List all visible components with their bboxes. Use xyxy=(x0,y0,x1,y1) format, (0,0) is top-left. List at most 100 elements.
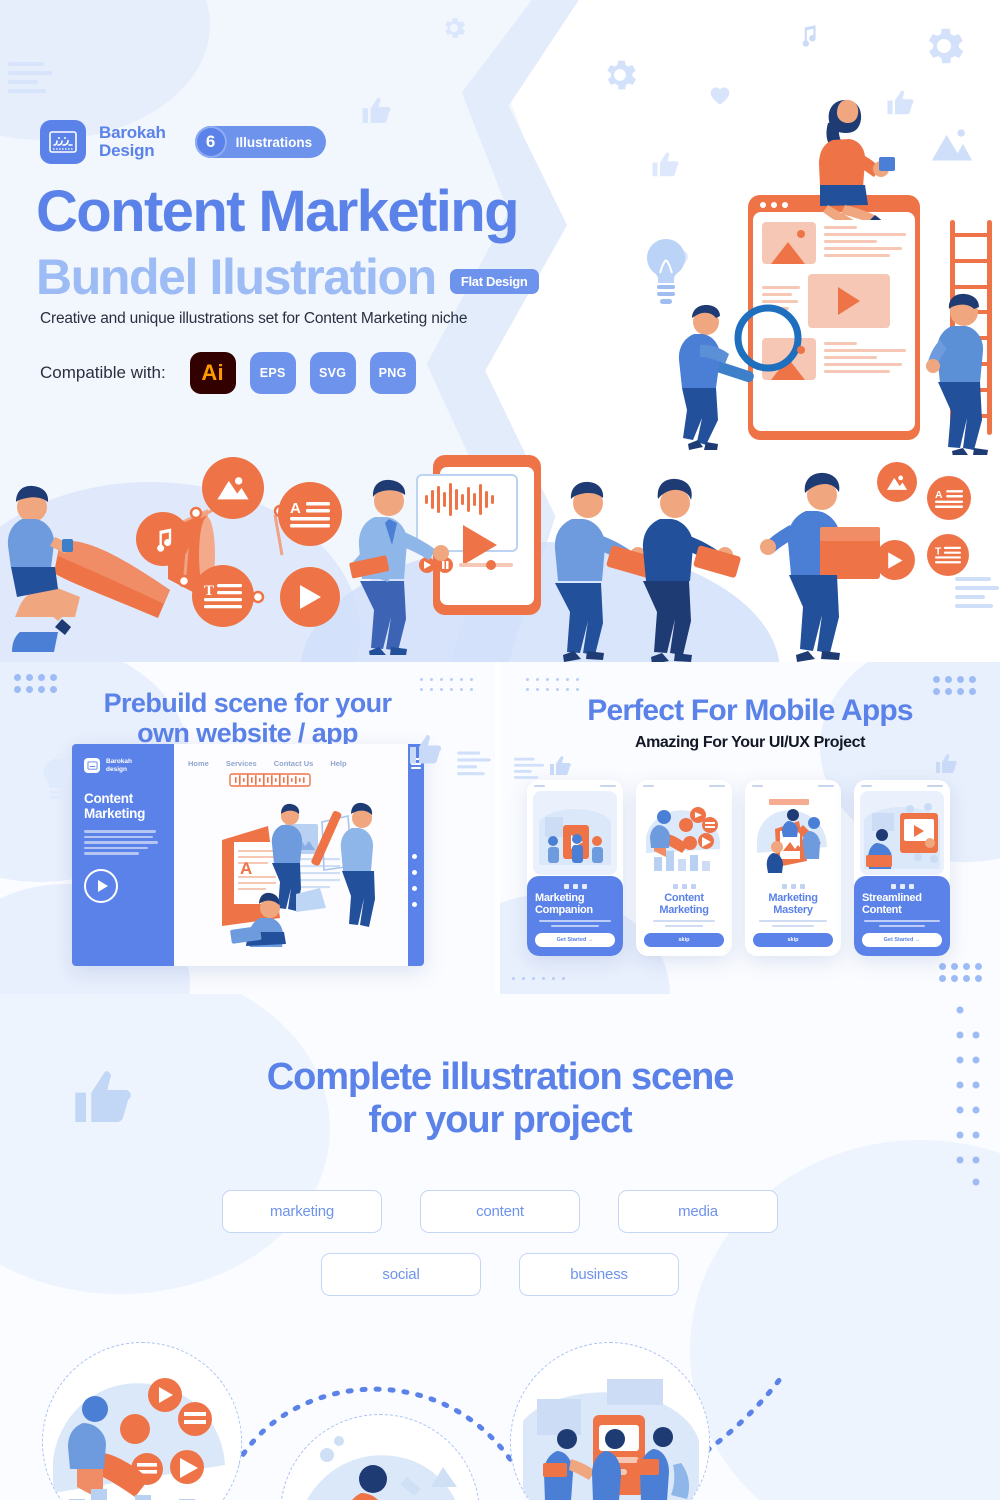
video-play-card xyxy=(808,274,890,328)
article-icon-circle: A xyxy=(278,482,342,546)
content-thumbnail xyxy=(762,222,816,264)
phone-card-description xyxy=(644,920,724,927)
text-lines-icon xyxy=(514,756,544,780)
svg-text:A: A xyxy=(935,488,943,500)
prebuild-scene-panel: Prebuild scene for your own website / ap… xyxy=(0,662,495,994)
format-badge-eps: EPS xyxy=(249,352,296,394)
lightbulb-icon xyxy=(40,757,74,801)
tag-media[interactable]: media xyxy=(618,1190,778,1233)
tag-list: marketing content media social business xyxy=(0,1190,1000,1296)
person-standing-illustration xyxy=(926,293,988,455)
website-content-area: Home Services Contact Us Help A xyxy=(174,744,408,966)
gear-icon xyxy=(440,14,468,42)
dashed-connector xyxy=(227,1376,783,1489)
dot-grid-decoration-small xyxy=(512,977,565,980)
phone-card-title-line2: Companion xyxy=(535,904,593,917)
brand-row: Barokah Design 6 Illustrations xyxy=(40,120,327,164)
dot-grid-decoration xyxy=(933,676,976,695)
phone-card-panel: Marketing Companion Get Started → xyxy=(527,876,623,956)
thumbs-up-icon xyxy=(934,752,958,776)
hero-illustration-strip: A T A T xyxy=(0,437,1000,662)
text-lines-icon xyxy=(457,750,491,776)
mobile-apps-panel: Perfect For Mobile Apps Amazing For Your… xyxy=(500,662,1000,994)
bottom-title-line1: Complete illustration scene xyxy=(266,1056,735,1098)
page-title: Content Marketing xyxy=(36,179,520,244)
bottom-title-line2: for your project xyxy=(368,1099,632,1142)
play-icon-circle xyxy=(875,540,915,580)
illustrations-count-badge: 6 Illustrations xyxy=(194,126,327,158)
tagline: Creative and unique illustrations set fo… xyxy=(40,310,468,327)
phone-pager-dots xyxy=(535,884,615,890)
device-window-dots xyxy=(760,202,788,208)
nav-item-contact-us[interactable]: Contact Us xyxy=(274,759,314,768)
phone-status-bar xyxy=(854,780,950,787)
tag-social[interactable]: social xyxy=(321,1253,481,1296)
phone-card-title-line2: Mastery xyxy=(773,904,813,917)
phone-card-description xyxy=(753,920,833,927)
phone-card[interactable]: Marketing Companion Get Started → xyxy=(527,780,623,956)
illustrations-count-number: 6 xyxy=(194,126,227,158)
svg-text:T: T xyxy=(204,583,214,599)
music-note-icon xyxy=(795,20,821,50)
phone-card-description xyxy=(862,920,942,927)
thumbs-up-icon xyxy=(360,95,392,127)
middle-band: Prebuild scene for your own website / ap… xyxy=(0,662,1000,994)
presenter-person-illustration xyxy=(349,479,449,655)
phone-pager-dots xyxy=(644,884,724,890)
article-icon-circle: A xyxy=(927,476,971,520)
text-icon-circle: T xyxy=(192,565,254,627)
brand-name-line1: Barokah xyxy=(99,122,166,142)
phone-card-description xyxy=(535,920,615,927)
illustrations-count-label: Illustrations xyxy=(235,134,313,150)
page-subtitle: Bundel Ilustration xyxy=(36,249,437,305)
phone-card[interactable]: Streamlined Content Get Started → xyxy=(854,780,950,956)
format-badge-png: PNG xyxy=(369,352,416,394)
website-illustration: A xyxy=(222,773,375,947)
website-rail-dots xyxy=(412,854,417,918)
nav-item-services[interactable]: Services xyxy=(226,759,257,768)
website-play-button[interactable] xyxy=(84,868,118,903)
website-sidebar: Barokah design Content Marketing xyxy=(72,744,174,966)
image-icon-circle xyxy=(877,462,917,502)
nav-item-help[interactable]: Help xyxy=(330,759,346,768)
person-sitting-illustration xyxy=(819,99,895,220)
text-icon-circle: T xyxy=(927,534,969,576)
website-logo-icon xyxy=(84,758,100,773)
dot-grid-decoration-small xyxy=(526,678,579,691)
phone-card-button[interactable]: skip xyxy=(644,933,724,947)
phone-illustration-1 xyxy=(533,791,617,875)
tag-content[interactable]: content xyxy=(420,1190,580,1233)
phone-card[interactable]: Content Marketing skip xyxy=(636,780,732,956)
text-lines-icon xyxy=(8,60,52,94)
image-icon-circle xyxy=(202,457,264,519)
mobile-heading: Perfect For Mobile Apps xyxy=(587,694,913,727)
scene-thumbnail[interactable] xyxy=(280,1414,480,1500)
tag-business[interactable]: business xyxy=(519,1253,679,1296)
website-brand-line1: Barokah xyxy=(106,758,133,766)
thumbs-up-icon xyxy=(407,732,443,768)
phone-card[interactable]: Marketing Mastery skip xyxy=(745,780,841,956)
barokah-arabic-logo-icon xyxy=(40,120,86,164)
scene-thumbnail[interactable] xyxy=(42,1342,242,1500)
website-body-text xyxy=(84,830,162,855)
bottom-title: Complete illustration scene for your pro… xyxy=(0,1056,1000,1143)
subtitle-row: Bundel Ilustration Flat Design xyxy=(36,248,539,306)
website-mockup: Barokah design Content Marketing Home Se… xyxy=(72,744,424,966)
website-nav: Home Services Contact Us Help xyxy=(174,744,408,768)
phone-pager-dots xyxy=(753,884,833,890)
tag-marketing[interactable]: marketing xyxy=(222,1190,382,1233)
music-icon-circle xyxy=(136,512,190,566)
mobile-subheading: Amazing For Your UI/UX Project xyxy=(634,734,866,751)
format-badge-svg: SVG xyxy=(309,352,356,394)
hero-section: Barokah Design 6 Illustrations Content M… xyxy=(0,0,1000,662)
phone-card-button[interactable]: Get Started → xyxy=(535,933,615,947)
scene-thumbnail[interactable] xyxy=(510,1342,710,1500)
phone-card-button[interactable]: skip xyxy=(753,933,833,947)
phone-card-button[interactable]: Get Started → xyxy=(862,933,942,947)
content-text-lines xyxy=(824,338,906,380)
phone-card-panel: Marketing Mastery skip xyxy=(745,876,841,956)
nav-item-home[interactable]: Home xyxy=(188,759,209,768)
svg-text:A: A xyxy=(290,500,301,517)
phone-status-bar xyxy=(636,780,732,787)
website-brand-line2: design xyxy=(106,765,127,773)
